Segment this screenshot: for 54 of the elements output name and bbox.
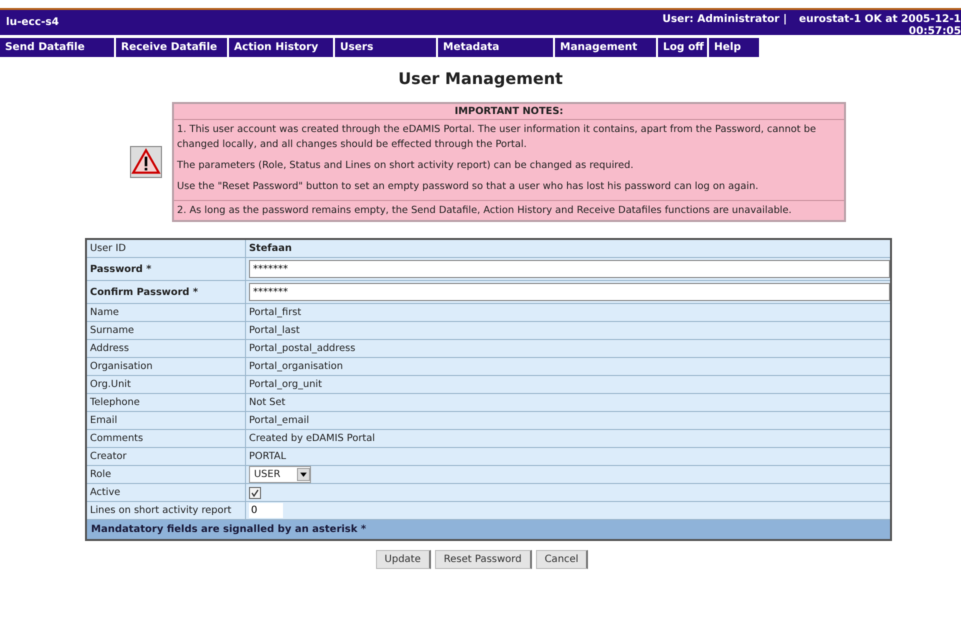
field-label: Confirm Password * [87,281,246,303]
field-value: Portal_first [249,307,302,318]
active-checkbox[interactable] [249,486,261,498]
lines-field[interactable]: 0 [249,503,283,518]
field-label: Comments [87,430,246,447]
nav-link[interactable]: Management [555,38,658,57]
nav-link[interactable]: Send Datafile [0,38,116,57]
field-label: Lines on short activity report [87,502,246,519]
field-label: Email [87,412,246,429]
field-label: Active [87,484,246,501]
field-label: Telephone [87,394,246,411]
form-button[interactable]: Update [376,550,431,569]
nav-link[interactable]: Users [335,38,438,57]
field-value: Portal_last [249,325,300,336]
nav-link[interactable]: Metadata [438,38,555,57]
field-value: Portal_org_unit [249,379,322,390]
warning-icon [130,146,162,178]
mandatory-note: Mandatatory fields are signalled by an asterisk * [87,520,890,539]
nav-link[interactable]: Log off [658,38,709,57]
field-value: PORTAL [249,451,286,462]
field-label: Role [87,466,246,483]
caret-icon [297,468,310,481]
form-button[interactable]: Reset Password [434,550,532,569]
server-status: eurostat-1 OK at 2005-12-1 [798,13,961,25]
password-field[interactable]: ******* [249,283,890,301]
notes-title: IMPORTANT NOTES: [174,104,844,120]
password-field[interactable]: ******* [249,260,890,278]
host-name: lu-ecc-s4 [5,15,60,28]
nav-link[interactable]: Receive Datafile [116,38,229,57]
field-value: Not Set [249,397,286,408]
field-value: Portal_email [249,415,310,426]
nav-link[interactable]: Action History [229,38,335,57]
note-text: The parameters (Role, Status and Lines on short activity report) can be changed as required. [177,159,634,173]
field-label: User ID [87,240,246,257]
field-label: Organisation [87,358,246,375]
nav-link[interactable]: Help [709,38,761,57]
field-label: Password * [87,258,246,280]
status-time: 00:57:05 [908,25,961,37]
field-value: Created by eDAMIS Portal [249,433,375,444]
note-text: Use the "Reset Password" button to set an empty password so that a user who has lost his password can log on again. [177,180,760,194]
field-label: Org.Unit [87,376,246,393]
field-label: Surname [87,322,246,339]
field-label: Creator [87,448,246,465]
note-text: 2. As long as the password remains empty, the Send Datafile, Action History and Receive Datafiles functions are unavailable. [177,204,793,218]
field-value: Portal_organisation [249,361,343,372]
field-label: Name [87,304,246,321]
field-value: Portal_postal_address [249,343,356,354]
page-title: User Management [397,69,564,88]
field-label: Address [87,340,246,357]
form-button[interactable]: Cancel [536,550,588,569]
field-value: Stefaan [249,243,292,254]
note-text: 1. This user account was created through the eDAMIS Portal. The user information it contains, apart from the Password, cannot be changed locally, and all changes should be effected through the Portal. [177,123,817,152]
user-label: User: Administrator | [662,12,788,25]
role-dropdown[interactable]: USER [249,466,311,483]
